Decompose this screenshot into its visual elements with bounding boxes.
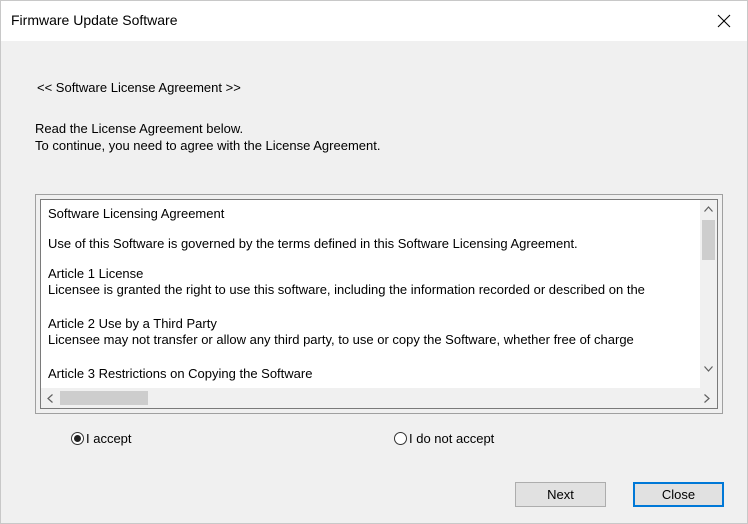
radio-dot [74,435,81,442]
next-button[interactable]: Next [515,482,606,507]
horizontal-scrollbar[interactable] [41,388,717,408]
title-bar: Firmware Update Software [1,1,747,41]
instruction-line-2: To continue, you need to agree with the … [35,138,381,153]
close-button[interactable]: Close [633,482,724,507]
radio-circle [394,432,407,445]
accept-radio[interactable]: I accept [71,431,132,446]
vertical-scroll-thumb[interactable] [702,220,715,260]
license-line: Use of this Software is governed by the … [48,236,578,251]
license-text-area: Software Licensing Agreement Use of this… [41,200,701,388]
license-frame: Software Licensing Agreement Use of this… [35,194,723,414]
chevron-up-icon[interactable] [700,200,717,217]
license-line: Article 1 License [48,266,144,281]
radio-circle-selected [71,432,84,445]
license-line: Software Licensing Agreement [48,206,225,221]
license-text-box[interactable]: Software Licensing Agreement Use of this… [40,199,718,409]
license-line: Licensee may not transfer or allow any t… [48,332,634,347]
close-icon [717,14,731,28]
chevron-left-icon[interactable] [41,388,58,408]
window-close-button[interactable] [701,1,747,41]
instruction-line-1: Read the License Agreement below. [35,121,244,136]
horizontal-scroll-thumb[interactable] [60,391,148,405]
license-line: Article 2 Use by a Third Party [48,316,217,331]
decline-radio[interactable]: I do not accept [394,431,494,446]
license-line: Licensee is granted the right to use thi… [48,282,645,297]
section-heading: << Software License Agreement >> [37,80,241,95]
license-line: Article 3 Restrictions on Copying the So… [48,366,313,381]
window-title: Firmware Update Software [11,12,178,28]
chevron-right-icon[interactable] [698,388,715,408]
accept-label: I accept [86,431,132,446]
firmware-update-dialog: Firmware Update Software << Software Lic… [0,0,748,524]
decline-label: I do not accept [409,431,495,446]
vertical-scrollbar[interactable] [700,200,717,388]
chevron-down-icon[interactable] [700,360,717,377]
